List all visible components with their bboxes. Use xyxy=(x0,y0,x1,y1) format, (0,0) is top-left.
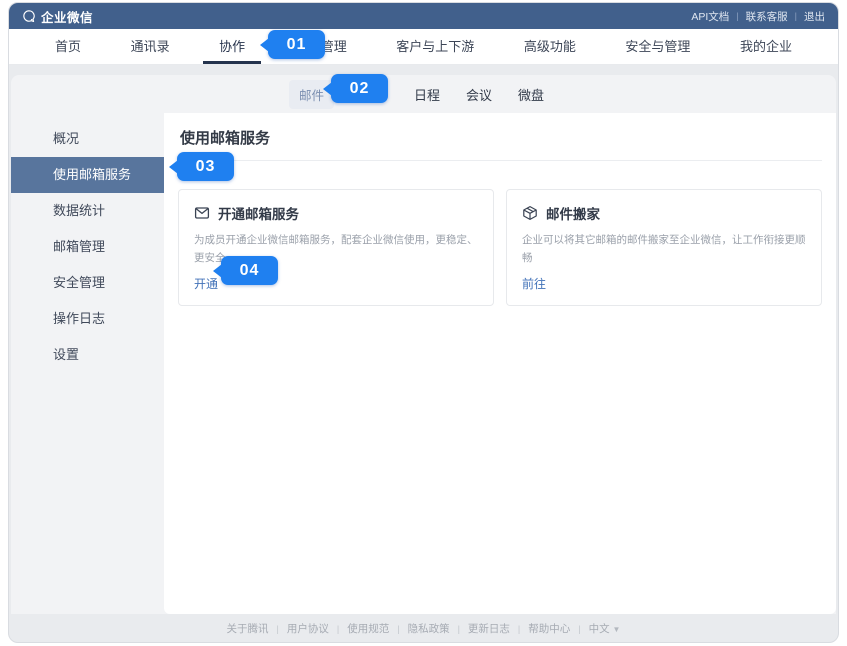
open-service-link[interactable]: 开通 xyxy=(194,275,218,292)
wecom-bubble-icon xyxy=(22,9,36,23)
tab-meeting[interactable]: 会议 xyxy=(466,85,492,104)
nav-item-my-company[interactable]: 我的企业 xyxy=(740,29,792,64)
separator: | xyxy=(518,624,520,634)
sidebar-item-statistics[interactable]: 数据统计 xyxy=(11,193,164,229)
sidebar-item-settings[interactable]: 设置 xyxy=(11,337,164,373)
topbar-links: API文档 | 联系客服 | 退出 xyxy=(691,9,825,24)
step-badge-1: 01 xyxy=(268,30,325,59)
page-title: 使用邮箱服务 xyxy=(178,113,822,161)
wecom-admin-window: 企业微信 API文档 | 联系客服 | 退出 首页 通讯录 协作 应用管理 客户… xyxy=(8,2,839,643)
go-migration-link[interactable]: 前往 xyxy=(522,275,546,292)
sidebar-item-security-management[interactable]: 安全管理 xyxy=(11,265,164,301)
sidebar-item-mailbox-management[interactable]: 邮箱管理 xyxy=(11,229,164,265)
nav-item-advanced[interactable]: 高级功能 xyxy=(524,29,576,64)
sidebar-item-overview[interactable]: 概况 xyxy=(11,121,164,157)
sub-tab-bar: 邮件 日程 会议 微盘 xyxy=(11,75,836,113)
nav-item-customers[interactable]: 客户与上下游 xyxy=(396,29,474,64)
top-bar: 企业微信 API文档 | 联系客服 | 退出 xyxy=(9,3,838,29)
wecom-logo[interactable]: 企业微信 xyxy=(22,7,93,26)
separator: | xyxy=(795,11,797,21)
step-badge-4: 04 xyxy=(221,256,278,285)
sidebar: 概况 使用邮箱服务 数据统计 邮箱管理 安全管理 操作日志 设置 xyxy=(11,113,164,614)
sidebar-item-use-mail-service[interactable]: 使用邮箱服务 xyxy=(11,157,164,193)
primary-nav: 首页 通讯录 协作 应用管理 客户与上下游 高级功能 安全与管理 我的企业 xyxy=(9,29,838,65)
content-panel: 邮件 日程 会议 微盘 概况 使用邮箱服务 数据统计 邮箱管理 安全管理 操作日… xyxy=(11,75,836,614)
tab-schedule[interactable]: 日程 xyxy=(414,85,440,104)
chevron-down-icon: ▼ xyxy=(613,625,621,634)
card-title: 邮件搬家 xyxy=(546,203,600,223)
logout-link[interactable]: 退出 xyxy=(804,9,825,24)
card-open-mail-service: 开通邮箱服务 为成员开通企业微信邮箱服务，配套企业微信使用，更稳定、更安全。 开… xyxy=(178,189,494,306)
footer-link-usage-rules[interactable]: 使用规范 xyxy=(347,621,389,636)
separator: | xyxy=(458,624,460,634)
tab-drive[interactable]: 微盘 xyxy=(518,85,544,104)
card-row: 开通邮箱服务 为成员开通企业微信邮箱服务，配套企业微信使用，更稳定、更安全。 开… xyxy=(178,189,822,306)
nav-item-contacts[interactable]: 通讯录 xyxy=(131,29,170,64)
envelope-icon xyxy=(194,205,210,221)
language-label: 中文 xyxy=(589,623,610,635)
package-icon xyxy=(522,205,538,221)
separator: | xyxy=(578,624,580,634)
step-badge-3: 03 xyxy=(177,152,234,181)
separator: | xyxy=(277,624,279,634)
footer-link-changelog[interactable]: 更新日志 xyxy=(468,621,510,636)
api-docs-link[interactable]: API文档 xyxy=(691,9,729,24)
nav-item-security[interactable]: 安全与管理 xyxy=(625,29,690,64)
footer-link-help-center[interactable]: 帮助中心 xyxy=(528,621,570,636)
footer-link-user-agreement[interactable]: 用户协议 xyxy=(287,621,329,636)
language-selector[interactable]: 中文 ▼ xyxy=(589,621,621,636)
nav-item-collaboration[interactable]: 协作 xyxy=(219,29,245,64)
logo-text: 企业微信 xyxy=(41,7,93,26)
card-head: 邮件搬家 xyxy=(522,203,806,223)
card-head: 开通邮箱服务 xyxy=(194,203,478,223)
footer: 关于腾讯 | 用户协议 | 使用规范 | 隐私政策 | 更新日志 | 帮助中心 … xyxy=(9,614,838,643)
card-title: 开通邮箱服务 xyxy=(218,203,299,223)
separator: | xyxy=(337,624,339,634)
main-content: 使用邮箱服务 开通邮箱服务 为成员开通企业微信邮箱 xyxy=(164,113,836,614)
nav-item-home[interactable]: 首页 xyxy=(55,29,81,64)
separator: | xyxy=(397,624,399,634)
body-row: 概况 使用邮箱服务 数据统计 邮箱管理 安全管理 操作日志 设置 使用邮箱服务 xyxy=(11,113,836,614)
footer-link-about[interactable]: 关于腾讯 xyxy=(227,621,269,636)
separator: | xyxy=(736,11,738,21)
contact-support-link[interactable]: 联系客服 xyxy=(746,9,788,24)
card-mail-migration: 邮件搬家 企业可以将其它邮箱的邮件搬家至企业微信，让工作衔接更顺畅 前往 xyxy=(506,189,822,306)
card-description: 企业可以将其它邮箱的邮件搬家至企业微信，让工作衔接更顺畅 xyxy=(522,232,806,268)
footer-link-privacy[interactable]: 隐私政策 xyxy=(408,621,450,636)
step-badge-2: 02 xyxy=(331,74,388,103)
sidebar-item-operation-log[interactable]: 操作日志 xyxy=(11,301,164,337)
